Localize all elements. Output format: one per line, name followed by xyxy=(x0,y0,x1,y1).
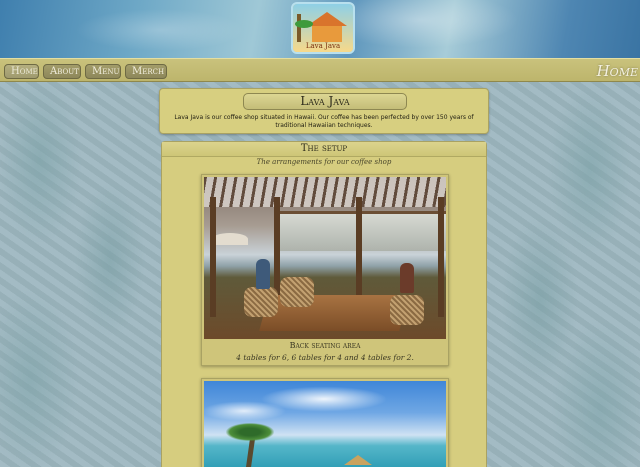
back-seating-photo[interactable] xyxy=(204,177,446,339)
photo-card-back-seating: Back seating area 4 tables for 6, 6 tabl… xyxy=(201,174,449,366)
nav-merch-button[interactable]: Merch xyxy=(125,64,167,79)
photo-caption: 4 tables for 6, 6 tables for 4 and 4 tab… xyxy=(236,353,414,362)
setup-panel: The setup The arrangements for our coffe… xyxy=(161,141,487,467)
logo-roof xyxy=(307,12,347,26)
current-page-label: Home xyxy=(596,62,638,80)
photo-post xyxy=(210,197,216,317)
header-banner: Lava Java xyxy=(0,0,640,58)
setup-title: The setup xyxy=(162,142,486,157)
photo-chair xyxy=(244,287,278,317)
photo-person xyxy=(256,259,270,289)
setup-subtitle: The arrangements for our coffee shop xyxy=(256,158,392,166)
photo-chair xyxy=(280,277,314,307)
intro-panel: Lava Java Lava Java is our coffee shop s… xyxy=(159,88,489,134)
logo-text: Lava Java xyxy=(305,42,341,50)
nav-bar: Home About Menu Merch Home xyxy=(0,58,640,82)
intro-text: Lava Java is our coffee shop situated in… xyxy=(174,114,474,129)
photo-umbrella xyxy=(212,233,248,245)
intro-title: Lava Java xyxy=(243,93,407,110)
photo-rafters xyxy=(204,177,446,207)
nav-about-button[interactable]: About xyxy=(43,64,81,79)
beach-photo[interactable] xyxy=(204,381,446,467)
palm-leaves xyxy=(226,423,274,441)
logo-house xyxy=(312,26,342,42)
nav-menu-button[interactable]: Menu xyxy=(85,64,121,79)
photo-post xyxy=(438,197,444,317)
photo-card-beach xyxy=(201,378,449,467)
photo-chair xyxy=(390,295,424,325)
photo-title: Back seating area xyxy=(289,341,361,350)
lava-java-logo[interactable]: Lava Java xyxy=(291,2,355,54)
photo-person xyxy=(400,263,414,293)
nav-home-button[interactable]: Home xyxy=(4,64,39,79)
beach-hut xyxy=(344,455,372,465)
logo-palm-icon xyxy=(295,14,313,42)
